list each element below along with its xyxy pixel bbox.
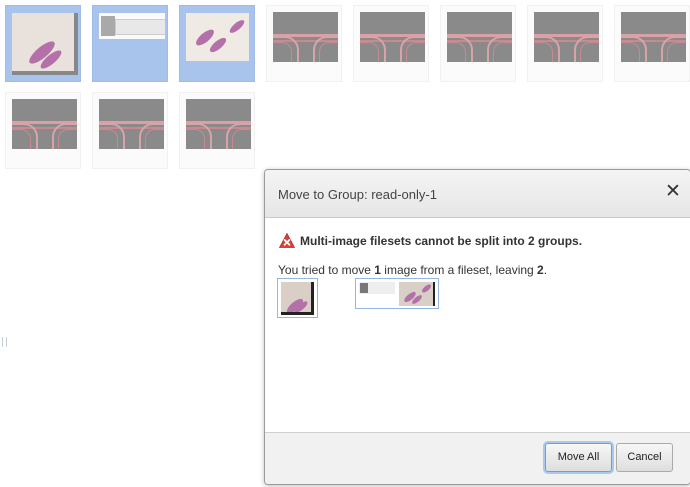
slide-image-thumb — [399, 282, 435, 306]
error-message: Multi-image filesets cannot be split int… — [300, 234, 583, 248]
close-icon[interactable]: ✕ — [664, 182, 682, 202]
moved-count: 1 — [374, 263, 381, 277]
thumbnail-item[interactable] — [440, 5, 516, 82]
thumbnail-image — [621, 12, 686, 62]
thumbnail-item[interactable] — [266, 5, 342, 82]
move-to-group-dialog: Move to Group: read-only-1 ✕ Multi-image… — [264, 169, 690, 485]
thumbnail-image — [447, 12, 512, 62]
info-suffix: . — [543, 263, 548, 277]
thumbnail-image — [12, 13, 78, 75]
thumbnail-image — [99, 13, 165, 39]
thumbnail-image — [273, 12, 338, 62]
thumbnail-item[interactable] — [92, 5, 168, 82]
thumbnail-image — [534, 12, 599, 62]
thumbnail-image — [12, 99, 77, 149]
thumbnail-item[interactable] — [5, 92, 81, 169]
thumbnail-image — [360, 12, 425, 62]
remaining-images-preview — [355, 278, 439, 309]
info-middle: image from a fileset, leaving — [380, 263, 538, 277]
cancel-button[interactable]: Cancel — [616, 443, 673, 472]
thumbnail-image — [99, 99, 164, 149]
thumbnail-item[interactable] — [179, 5, 255, 82]
dialog-footer: Move All Cancel — [265, 432, 690, 484]
info-message: You tried to move 1 image from a fileset… — [278, 263, 547, 277]
thumbnail-item[interactable] — [614, 5, 690, 82]
splitter-handle[interactable] — [2, 337, 7, 347]
thumbnail-image — [186, 13, 249, 61]
dialog-title: Move to Group: read-only-1 — [278, 187, 437, 202]
selected-image-preview — [277, 278, 318, 318]
info-prefix: You tried to move — [278, 263, 375, 277]
label-image-thumb — [359, 282, 395, 294]
thumbnail-item[interactable] — [353, 5, 429, 82]
thumbnail-item[interactable] — [179, 92, 255, 169]
dialog-header: Move to Group: read-only-1 ✕ — [265, 170, 690, 218]
remaining-count: 2 — [537, 263, 544, 277]
thumbnail-image — [186, 99, 251, 149]
error-icon — [279, 233, 295, 248]
move-all-button[interactable]: Move All — [545, 443, 612, 472]
thumbnail-item[interactable] — [5, 5, 81, 82]
thumbnail-item[interactable] — [527, 5, 603, 82]
thumbnail-item[interactable] — [92, 92, 168, 169]
